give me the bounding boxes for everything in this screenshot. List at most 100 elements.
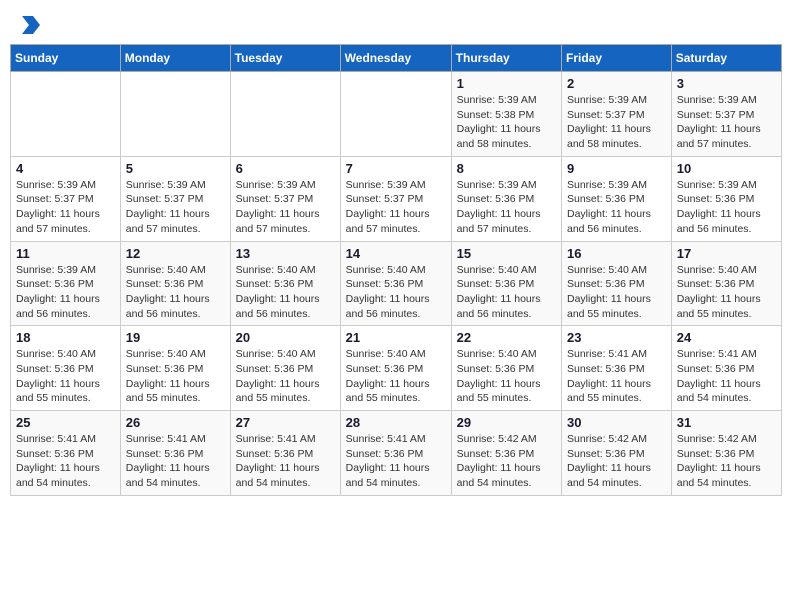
calendar-cell: 3Sunrise: 5:39 AM Sunset: 5:37 PM Daylig… (671, 72, 781, 157)
day-number: 23 (567, 330, 666, 345)
day-number: 14 (346, 246, 446, 261)
day-info: Sunrise: 5:41 AM Sunset: 5:36 PM Dayligh… (126, 432, 225, 491)
calendar-cell (230, 72, 340, 157)
calendar-header-row: SundayMondayTuesdayWednesdayThursdayFrid… (11, 45, 782, 72)
day-info: Sunrise: 5:40 AM Sunset: 5:36 PM Dayligh… (677, 263, 776, 322)
day-number: 29 (457, 415, 556, 430)
calendar-cell: 8 Sunrise: 5:39 AM Sunset: 5:36 PM Daylig… (451, 156, 561, 241)
day-number: 28 (346, 415, 446, 430)
day-info: Sunrise: 5:40 AM Sunset: 5:36 PM Dayligh… (457, 263, 556, 322)
day-number: 2 (567, 76, 666, 91)
column-header-sunday: Sunday (11, 45, 121, 72)
column-header-tuesday: Tuesday (230, 45, 340, 72)
calendar-cell: 28 Sunrise: 5:41 AM Sunset: 5:36 PM Dayli… (340, 411, 451, 496)
calendar-cell: 25 Sunrise: 5:41 AM Sunset: 5:36 PM Dayli… (11, 411, 121, 496)
calendar-cell: 31 Sunrise: 5:42 AM Sunset: 5:36 PM Dayli… (671, 411, 781, 496)
calendar-week-row: 18 Sunrise: 5:40 AM Sunset: 5:36 PM Dayli… (11, 326, 782, 411)
day-info: Sunrise: 5:39 AM Sunset: 5:36 PM Dayligh… (677, 178, 776, 237)
day-info: Sunrise: 5:40 AM Sunset: 5:36 PM Dayligh… (346, 263, 446, 322)
calendar-cell: 16 Sunrise: 5:40 AM Sunset: 5:36 PM Dayli… (562, 241, 672, 326)
calendar-cell: 13 Sunrise: 5:40 AM Sunset: 5:36 PM Dayli… (230, 241, 340, 326)
day-info: Sunrise: 5:41 AM Sunset: 5:36 PM Dayligh… (677, 347, 776, 406)
day-info: Sunrise: 5:42 AM Sunset: 5:36 PM Dayligh… (567, 432, 666, 491)
column-header-thursday: Thursday (451, 45, 561, 72)
day-info: Sunrise: 5:39 AM Sunset: 5:36 PM Dayligh… (457, 178, 556, 237)
day-number: 13 (236, 246, 335, 261)
calendar-week-row: 4 Sunrise: 5:39 AM Sunset: 5:37 PM Daylig… (11, 156, 782, 241)
day-info: Sunrise: 5:40 AM Sunset: 5:36 PM Dayligh… (567, 263, 666, 322)
day-info: Sunrise: 5:40 AM Sunset: 5:36 PM Dayligh… (236, 347, 335, 406)
calendar-cell: 30 Sunrise: 5:42 AM Sunset: 5:36 PM Dayli… (562, 411, 672, 496)
calendar-cell: 29 Sunrise: 5:42 AM Sunset: 5:36 PM Dayli… (451, 411, 561, 496)
calendar-cell: 12 Sunrise: 5:40 AM Sunset: 5:36 PM Dayli… (120, 241, 230, 326)
day-number: 20 (236, 330, 335, 345)
calendar-week-row: 11 Sunrise: 5:39 AM Sunset: 5:36 PM Dayli… (11, 241, 782, 326)
page-header (10, 10, 782, 38)
logo-arrow-icon (22, 16, 40, 34)
calendar-cell: 18Sunrise: 5:40 AM Sunset: 5:36 PM Dayli… (11, 326, 121, 411)
calendar-cell: 11 Sunrise: 5:39 AM Sunset: 5:36 PM Dayli… (11, 241, 121, 326)
day-number: 11 (16, 246, 115, 261)
day-number: 18 (16, 330, 115, 345)
column-header-friday: Friday (562, 45, 672, 72)
day-number: 3 (677, 76, 776, 91)
day-number: 5 (126, 161, 225, 176)
calendar-cell: 20 Sunrise: 5:40 AM Sunset: 5:36 PM Dayli… (230, 326, 340, 411)
day-info: Sunrise: 5:39 AM Sunset: 5:37 PM Dayligh… (16, 178, 115, 237)
calendar-cell: 17 Sunrise: 5:40 AM Sunset: 5:36 PM Dayli… (671, 241, 781, 326)
calendar-cell: 22 Sunrise: 5:40 AM Sunset: 5:36 PM Dayli… (451, 326, 561, 411)
day-info: Sunrise: 5:39 AM Sunset: 5:37 PM Dayligh… (236, 178, 335, 237)
day-info: Sunrise: 5:41 AM Sunset: 5:36 PM Dayligh… (346, 432, 446, 491)
day-number: 12 (126, 246, 225, 261)
day-info: Sunrise: 5:41 AM Sunset: 5:36 PM Dayligh… (16, 432, 115, 491)
day-number: 25 (16, 415, 115, 430)
day-number: 26 (126, 415, 225, 430)
day-info: Sunrise: 5:39 AM Sunset: 5:36 PM Dayligh… (16, 263, 115, 322)
day-info: Sunrise: 5:42 AM Sunset: 5:36 PM Dayligh… (677, 432, 776, 491)
calendar-week-row: 1 Sunrise: 5:39 AM Sunset: 5:38 PM Daylig… (11, 72, 782, 157)
calendar-cell: 10Sunrise: 5:39 AM Sunset: 5:36 PM Dayli… (671, 156, 781, 241)
day-number: 19 (126, 330, 225, 345)
day-info: Sunrise: 5:40 AM Sunset: 5:36 PM Dayligh… (236, 263, 335, 322)
day-info: Sunrise: 5:41 AM Sunset: 5:36 PM Dayligh… (567, 347, 666, 406)
day-number: 7 (346, 161, 446, 176)
calendar-cell: 19Sunrise: 5:40 AM Sunset: 5:36 PM Dayli… (120, 326, 230, 411)
day-number: 17 (677, 246, 776, 261)
day-number: 15 (457, 246, 556, 261)
day-info: Sunrise: 5:39 AM Sunset: 5:38 PM Dayligh… (457, 93, 556, 152)
day-number: 6 (236, 161, 335, 176)
day-info: Sunrise: 5:39 AM Sunset: 5:36 PM Dayligh… (567, 178, 666, 237)
calendar-cell: 15 Sunrise: 5:40 AM Sunset: 5:36 PM Dayli… (451, 241, 561, 326)
day-info: Sunrise: 5:40 AM Sunset: 5:36 PM Dayligh… (126, 263, 225, 322)
calendar-cell: 26 Sunrise: 5:41 AM Sunset: 5:36 PM Dayli… (120, 411, 230, 496)
day-number: 27 (236, 415, 335, 430)
day-info: Sunrise: 5:39 AM Sunset: 5:37 PM Dayligh… (567, 93, 666, 152)
day-info: Sunrise: 5:40 AM Sunset: 5:36 PM Dayligh… (457, 347, 556, 406)
logo (20, 18, 40, 34)
day-number: 16 (567, 246, 666, 261)
day-number: 24 (677, 330, 776, 345)
day-number: 22 (457, 330, 556, 345)
calendar-cell (120, 72, 230, 157)
calendar-cell: 7 Sunrise: 5:39 AM Sunset: 5:37 PM Daylig… (340, 156, 451, 241)
day-number: 4 (16, 161, 115, 176)
day-number: 8 (457, 161, 556, 176)
day-info: Sunrise: 5:42 AM Sunset: 5:36 PM Dayligh… (457, 432, 556, 491)
calendar-cell (340, 72, 451, 157)
day-number: 30 (567, 415, 666, 430)
calendar-cell: 5 Sunrise: 5:39 AM Sunset: 5:37 PM Daylig… (120, 156, 230, 241)
day-info: Sunrise: 5:40 AM Sunset: 5:36 PM Dayligh… (346, 347, 446, 406)
column-header-wednesday: Wednesday (340, 45, 451, 72)
calendar-cell: 24 Sunrise: 5:41 AM Sunset: 5:36 PM Dayli… (671, 326, 781, 411)
day-number: 1 (457, 76, 556, 91)
calendar-table: SundayMondayTuesdayWednesdayThursdayFrid… (10, 44, 782, 496)
day-number: 21 (346, 330, 446, 345)
column-header-saturday: Saturday (671, 45, 781, 72)
day-info: Sunrise: 5:39 AM Sunset: 5:37 PM Dayligh… (346, 178, 446, 237)
day-number: 31 (677, 415, 776, 430)
calendar-cell (11, 72, 121, 157)
calendar-cell: 1 Sunrise: 5:39 AM Sunset: 5:38 PM Daylig… (451, 72, 561, 157)
calendar-cell: 2 Sunrise: 5:39 AM Sunset: 5:37 PM Daylig… (562, 72, 672, 157)
day-info: Sunrise: 5:39 AM Sunset: 5:37 PM Dayligh… (126, 178, 225, 237)
calendar-cell: 21 Sunrise: 5:40 AM Sunset: 5:36 PM Dayli… (340, 326, 451, 411)
